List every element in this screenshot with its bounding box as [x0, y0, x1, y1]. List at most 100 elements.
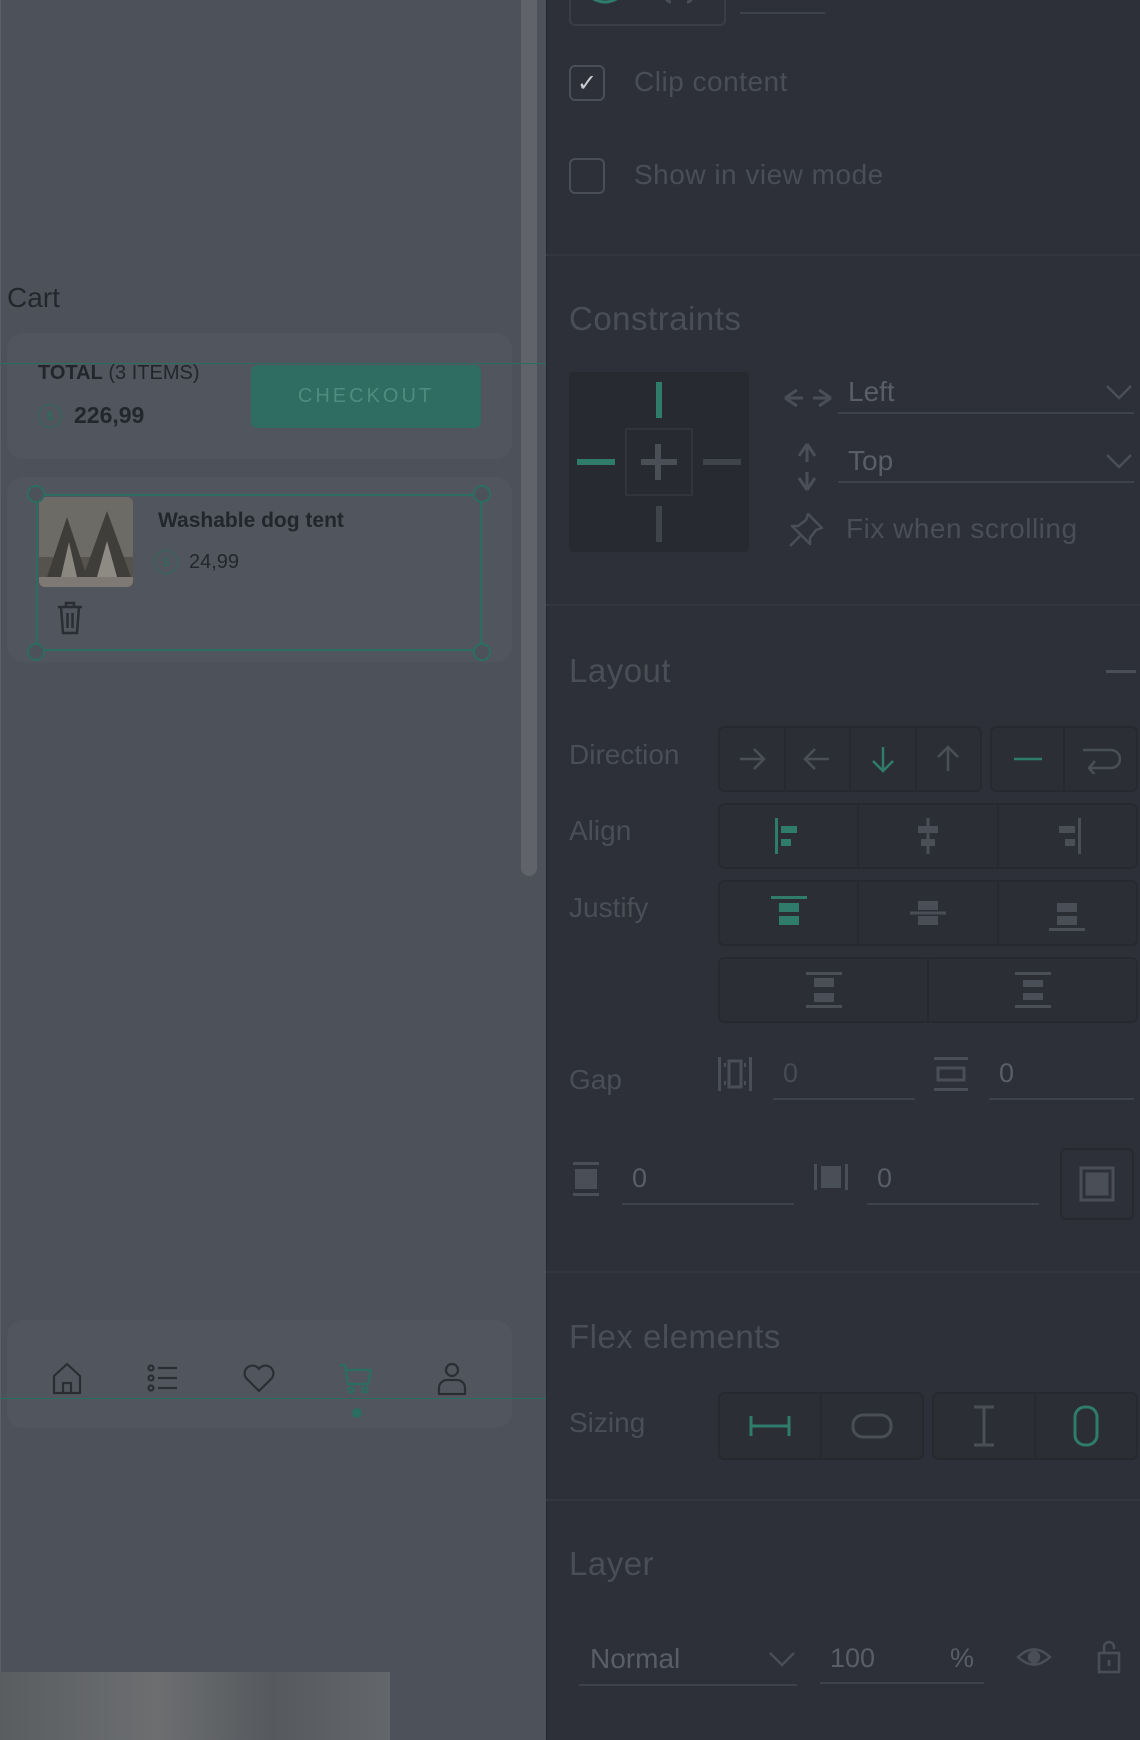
total-text: TOTAL	[38, 362, 103, 384]
vertical-constraint-select[interactable]: Top	[838, 441, 1134, 483]
row-gap-input[interactable]: 0	[989, 1058, 1134, 1100]
resize-handle[interactable]	[27, 485, 45, 503]
auto-width-button[interactable]	[822, 1394, 922, 1458]
column-gap-input[interactable]: 0	[773, 1058, 915, 1100]
arrow-left-icon	[803, 748, 830, 770]
constraint-right[interactable]	[703, 459, 741, 465]
direction-row-button[interactable]	[720, 728, 786, 790]
user-icon[interactable]	[434, 1360, 470, 1396]
arrow-down-icon	[871, 747, 894, 773]
blend-mode-select[interactable]: Normal	[579, 1634, 797, 1686]
fix-width-icon	[749, 1416, 791, 1436]
clip-content-checkbox[interactable]: ✓	[569, 65, 605, 101]
align-center-button[interactable]	[859, 805, 999, 867]
space-between-icon	[805, 972, 842, 1008]
justify-label: Justify	[569, 892, 649, 923]
board-title[interactable]: Cart	[7, 282, 60, 314]
cart-icon[interactable]	[338, 1360, 374, 1396]
direction-row-reverse-button[interactable]	[786, 728, 851, 790]
blend-mode-value: Normal	[590, 1643, 681, 1674]
horizontal-padding-input[interactable]: 0	[867, 1163, 1039, 1205]
resize-handle[interactable]	[27, 643, 45, 661]
unlock-icon[interactable]	[1096, 1638, 1122, 1674]
section-divider	[546, 1271, 1140, 1273]
eye-icon[interactable]	[1016, 1644, 1052, 1670]
fix-when-scrolling-label[interactable]: Fix when scrolling	[846, 513, 1078, 545]
horizontal-constraint-icon	[784, 388, 832, 408]
horizontal-sizing-group[interactable]	[718, 1392, 924, 1460]
guide-line	[0, 1398, 546, 1399]
opacity-value: 100	[830, 1642, 876, 1673]
checkout-button[interactable]: CHECKOUT	[251, 365, 481, 428]
space-around-icon	[1014, 972, 1051, 1008]
vertical-padding-icon	[573, 1162, 599, 1196]
justify-center-button[interactable]	[859, 882, 999, 944]
direction-column-reverse-button[interactable]	[917, 728, 981, 790]
independent-padding-button[interactable]	[1060, 1148, 1134, 1220]
justify-start-button[interactable]	[720, 882, 860, 944]
toggle-group[interactable]	[569, 0, 726, 26]
fix-width-button[interactable]	[720, 1394, 822, 1458]
total-price: $ 226,99	[38, 402, 144, 429]
justify-end-button[interactable]	[999, 882, 1136, 944]
direction-column-button[interactable]	[851, 728, 917, 790]
constraints-widget[interactable]	[569, 372, 749, 552]
wrap-button[interactable]	[1065, 728, 1136, 790]
coin-icon: $	[38, 403, 62, 428]
align-start-icon	[774, 818, 797, 854]
align-group[interactable]	[718, 803, 1138, 869]
constraint-left[interactable]	[577, 459, 615, 465]
align-label: Align	[569, 815, 632, 846]
home-icon[interactable]	[49, 1360, 85, 1396]
arrow-up-icon	[937, 745, 960, 771]
pin-icon[interactable]	[786, 510, 826, 550]
no-wrap-button[interactable]	[992, 728, 1065, 790]
selection-box[interactable]	[36, 494, 482, 651]
auto-height-button[interactable]	[1036, 1394, 1136, 1458]
layer-heading: Layer	[569, 1545, 655, 1582]
section-divider	[546, 1499, 1140, 1501]
column-gap-icon	[718, 1057, 752, 1091]
design-canvas[interactable]	[0, 0, 547, 1740]
item-count: (3 ITEMS)	[108, 362, 200, 384]
value-field-underline	[740, 12, 825, 14]
vertical-sizing-group[interactable]	[932, 1392, 1138, 1460]
chevron-down-icon	[769, 1652, 795, 1667]
constraint-top[interactable]	[656, 382, 662, 418]
no-wrap-icon	[1013, 757, 1042, 761]
wrap-group[interactable]	[990, 726, 1138, 792]
direction-group[interactable]	[718, 726, 982, 792]
align-end-icon	[1059, 818, 1082, 854]
constraint-bottom[interactable]	[656, 506, 662, 542]
horizontal-constraint-select[interactable]: Left	[838, 372, 1134, 414]
sizing-label: Sizing	[569, 1407, 646, 1438]
justify-space-around-button[interactable]	[929, 959, 1136, 1021]
total-label: TOTAL (3 ITEMS)	[38, 362, 200, 385]
vertical-constraint-value: Top	[848, 445, 894, 476]
auto-width-icon	[851, 1413, 893, 1439]
resize-handle[interactable]	[473, 485, 491, 503]
auto-height-icon	[1073, 1405, 1099, 1447]
opacity-unit: %	[949, 1642, 974, 1673]
align-start-button[interactable]	[720, 805, 860, 867]
constraint-center-horizontal[interactable]	[641, 459, 677, 465]
show-in-view-mode-label: Show in view mode	[634, 159, 884, 190]
remove-layout-icon[interactable]	[1106, 670, 1136, 673]
flex-elements-heading: Flex elements	[569, 1318, 781, 1355]
justify-space-between-button[interactable]	[720, 959, 929, 1021]
show-in-view-mode-checkbox[interactable]	[569, 158, 605, 194]
justify-spacing-group[interactable]	[718, 957, 1138, 1023]
align-end-button[interactable]	[999, 805, 1136, 867]
opacity-input[interactable]: 100 %	[820, 1634, 984, 1684]
chevron-down-icon	[1106, 385, 1132, 400]
heart-icon[interactable]	[241, 1360, 277, 1396]
fix-height-button[interactable]	[934, 1394, 1036, 1458]
gap-label: Gap	[569, 1064, 622, 1095]
canvas-image[interactable]	[0, 1672, 390, 1740]
justify-end-icon	[1049, 903, 1086, 931]
list-icon[interactable]	[145, 1360, 181, 1396]
resize-handle[interactable]	[473, 643, 491, 661]
vertical-padding-input[interactable]: 0	[622, 1163, 794, 1205]
canvas-scrollbar[interactable]	[521, 0, 537, 876]
justify-group[interactable]	[718, 880, 1138, 946]
